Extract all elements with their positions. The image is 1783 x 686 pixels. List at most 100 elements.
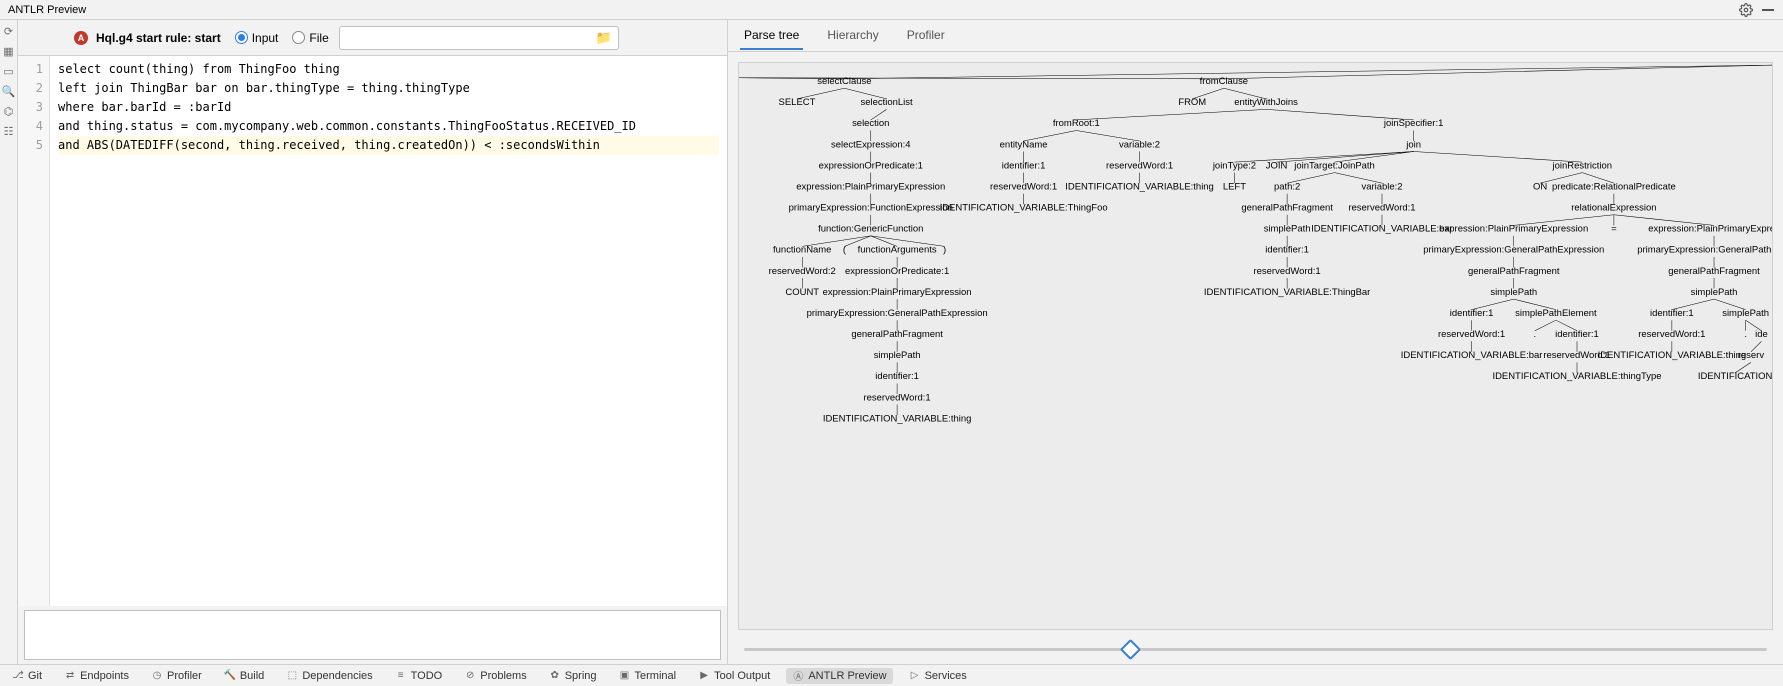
status-antlr-preview[interactable]: ⒶANTLR Preview [786, 668, 892, 684]
tree-node[interactable]: expressionOrPredicate:1 [845, 266, 949, 277]
tree-node[interactable]: LEFT [1223, 181, 1246, 192]
source-input-radio[interactable]: Input [235, 31, 279, 45]
tree-node[interactable]: functionName [773, 245, 831, 256]
status-todo[interactable]: ≡TODO [389, 668, 449, 684]
tree-node[interactable]: selection [852, 118, 889, 129]
tree-node[interactable]: predicate:RelationalPredicate [1552, 181, 1676, 192]
tab-parse-tree[interactable]: Parse tree [740, 22, 803, 50]
refresh-icon[interactable]: ⟳ [2, 24, 16, 38]
tree-node[interactable]: joinType:2 [1212, 160, 1256, 171]
tree-node[interactable]: IDENTIFICATION [1698, 371, 1772, 382]
tree-node[interactable]: ide [1755, 329, 1768, 340]
tab-profiler[interactable]: Profiler [903, 22, 949, 50]
tree-icon[interactable]: ☷ [2, 124, 16, 138]
tree-node[interactable]: reservedWord:1 [1638, 329, 1705, 340]
status-problems[interactable]: ⊘Problems [458, 668, 532, 684]
file-path-input[interactable]: 📁 [339, 26, 619, 50]
status-build[interactable]: 🔨Build [218, 668, 270, 684]
tree-node[interactable]: selectExpression:4 [831, 139, 910, 150]
tree-node[interactable]: ( [843, 245, 847, 256]
tree-node[interactable]: ) [943, 245, 946, 256]
parse-tree-view[interactable]: selectClauseSELECTselectionListselection… [738, 62, 1773, 630]
tree-node[interactable]: reservedWord:1 [1254, 266, 1321, 277]
status-services[interactable]: ▷Services [903, 668, 973, 684]
radio-input[interactable] [235, 31, 248, 44]
tree-node[interactable]: relationalExpression [1571, 203, 1656, 214]
status-dependencies[interactable]: ⬚Dependencies [280, 668, 378, 684]
status-tool-output[interactable]: ▶Tool Output [692, 668, 776, 684]
tree-node[interactable]: ON [1533, 181, 1547, 192]
tree-node[interactable]: primaryExpression:GeneralPathExpression [807, 308, 988, 319]
tree-node[interactable]: . [1534, 329, 1537, 340]
tree-node[interactable]: expression:PlainPrimaryExpression [823, 287, 972, 298]
status-endpoints[interactable]: ⇄Endpoints [58, 668, 135, 684]
tree-node[interactable]: selectionList [861, 97, 913, 108]
tree-node[interactable]: generalPathFragment [1668, 266, 1760, 277]
hierarchy-icon[interactable]: ⌬ [2, 104, 16, 118]
tree-node[interactable]: fromRoot:1 [1053, 118, 1100, 129]
tree-node[interactable]: identifier:1 [1555, 329, 1599, 340]
tree-node[interactable]: reservedWord:1 [864, 392, 931, 403]
status-terminal[interactable]: ▣Terminal [613, 668, 683, 684]
tree-node[interactable]: COUNT [785, 287, 819, 298]
tree-node[interactable]: entityName [1000, 139, 1048, 150]
status-spring[interactable]: ✿Spring [543, 668, 603, 684]
tree-node[interactable]: IDENTIFICATION_VARIABLE:ThingFoo [940, 203, 1108, 214]
tree-node[interactable]: fromClause [1200, 76, 1248, 87]
code-line[interactable]: left join ThingBar bar on bar.thingType … [58, 79, 719, 98]
tree-node[interactable]: joinSpecifier:1 [1383, 118, 1443, 129]
folder-icon[interactable]: 📁 [594, 30, 614, 46]
zoom-track[interactable] [744, 648, 1767, 651]
tree-node[interactable]: identifier:1 [1265, 245, 1309, 256]
tree-node[interactable]: IDENTIFICATION_VARIABLE:thing [823, 413, 972, 424]
tree-node[interactable]: simplePathElement [1515, 308, 1597, 319]
tree-node[interactable]: FROM [1178, 97, 1206, 108]
zoom-slider[interactable] [728, 640, 1783, 664]
tree-node[interactable]: path:2 [1274, 181, 1300, 192]
tree-node[interactable]: reservedWord:1 [1106, 160, 1173, 171]
tree-node[interactable]: expression:PlainPrimaryExpres [1648, 224, 1772, 235]
tree-node[interactable]: identifier:1 [1650, 308, 1694, 319]
tree-node[interactable]: IDENTIFICATION_VARIABLE:thing [1598, 350, 1747, 361]
tree-node[interactable]: simplePath [874, 350, 921, 361]
tree-node[interactable]: reservedWord:2 [769, 266, 836, 277]
tree-node[interactable]: join [1405, 139, 1421, 150]
minimize-icon[interactable] [1761, 3, 1775, 17]
tree-node[interactable]: IDENTIFICATION_VARIABLE:bar [1401, 350, 1543, 361]
tree-node[interactable]: expressionOrPredicate:1 [819, 160, 923, 171]
tree-node[interactable]: simplePath [1264, 224, 1311, 235]
tree-node[interactable]: reservedWord:1 [1438, 329, 1505, 340]
tree-node[interactable]: entityWithJoins [1234, 97, 1298, 108]
code-line[interactable]: and ABS(DATEDIFF(second, thing.received,… [58, 136, 719, 155]
status-git[interactable]: ⎇Git [6, 668, 48, 684]
tree-node[interactable]: primaryExpression:GeneralPathExpression [1423, 245, 1604, 256]
status-profiler[interactable]: ◷Profiler [145, 668, 208, 684]
tree-node[interactable]: IDENTIFICATION_VARIABLE:thing [1065, 181, 1214, 192]
tree-node[interactable]: primaryExpression:FunctionExpression [789, 203, 953, 214]
tree-node[interactable]: simplePath [1722, 308, 1769, 319]
tree-node[interactable]: reservedWord:1 [990, 181, 1057, 192]
error-output-area[interactable] [24, 610, 721, 660]
tree-node[interactable]: identifier:1 [875, 371, 919, 382]
tree-node[interactable]: JOIN [1266, 160, 1288, 171]
source-file-radio[interactable]: File [292, 31, 328, 45]
tree-node[interactable]: function:GenericFunction [818, 224, 923, 235]
tree-node[interactable]: SELECT [779, 97, 816, 108]
tree-node[interactable]: IDENTIFICATION_VARIABLE:thingType [1492, 371, 1661, 382]
search-icon[interactable]: 🔍 [2, 84, 16, 98]
tree-node[interactable]: expression:PlainPrimaryExpression [796, 181, 945, 192]
zoom-thumb[interactable] [1119, 638, 1140, 659]
gear-icon[interactable] [1739, 3, 1753, 17]
tree-node[interactable]: joinTarget:JoinPath [1293, 160, 1375, 171]
tree-node[interactable]: IDENTIFICATION_VARIABLE:ThingBar [1204, 287, 1370, 298]
tree-node[interactable]: generalPathFragment [1468, 266, 1560, 277]
layers-icon[interactable]: ▦ [2, 44, 16, 58]
tree-node[interactable]: joinRestriction [1552, 160, 1612, 171]
tree-node[interactable]: IDENTIFICATION_VARIABLE:bar [1311, 224, 1453, 235]
editor[interactable]: 12345 select count(thing) from ThingFoo … [18, 56, 727, 606]
tree-node[interactable]: reserv [1738, 350, 1765, 361]
tree-node[interactable]: simplePath [1490, 287, 1537, 298]
file-path-field[interactable] [344, 31, 594, 45]
code-line[interactable]: select count(thing) from ThingFoo thing [58, 60, 719, 79]
code-area[interactable]: select count(thing) from ThingFoo thingl… [50, 56, 727, 606]
